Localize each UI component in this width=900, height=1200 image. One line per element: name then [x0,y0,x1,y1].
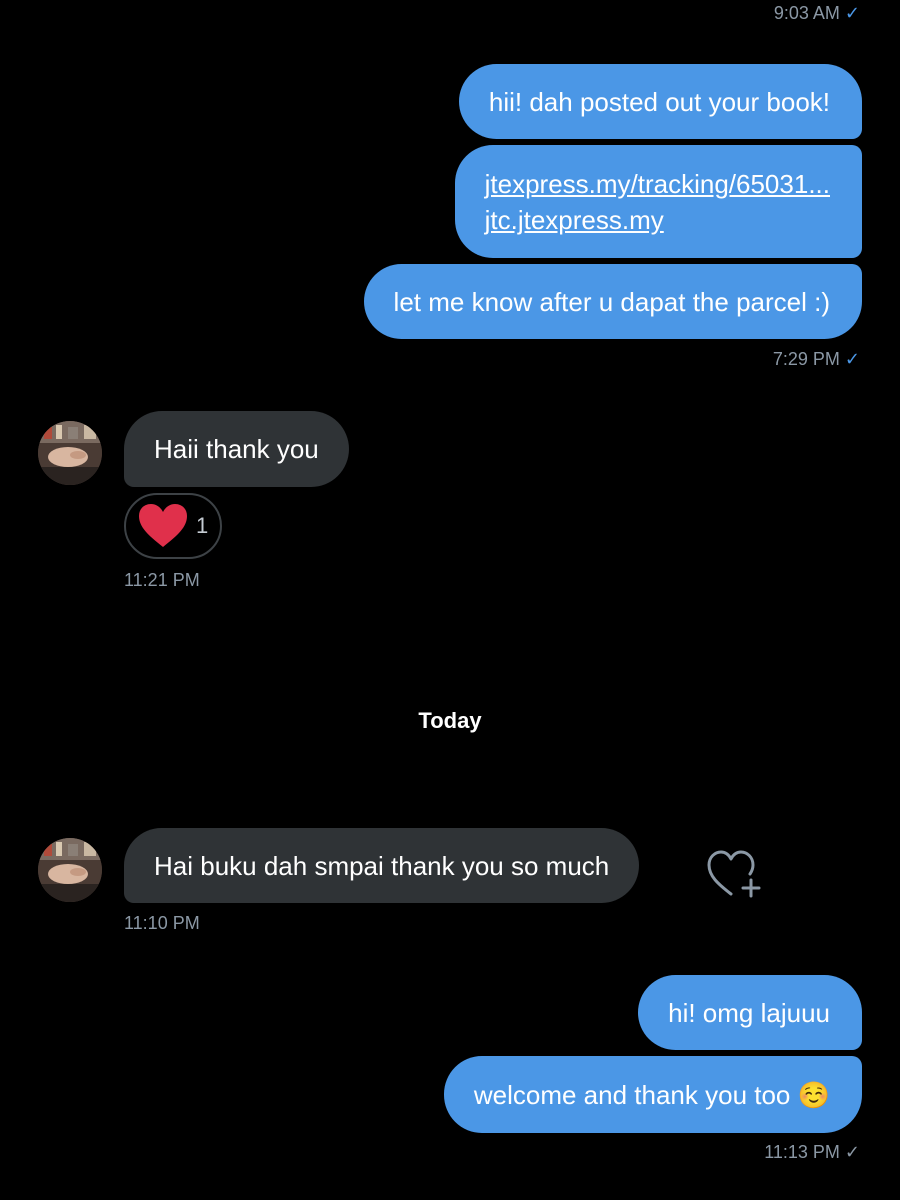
user-avatar[interactable] [38,838,102,902]
message-timestamp: 11:13 PM ✓ [764,1141,860,1163]
outgoing-message-bubble[interactable]: welcome and thank you too ☺️ [443,1056,862,1133]
timestamp-text: 9:03 AM [773,3,840,23]
checkmark-icon: ✓ [844,1142,860,1162]
checkmark-icon: ✓ [844,349,860,369]
tracking-domain-link[interactable]: jtc.jtexpress.my [485,202,830,238]
message-text: Hai buku dah smpai thank you so much [154,850,610,881]
user-avatar[interactable] [38,421,102,485]
incoming-message-bubble[interactable]: Hai buku dah smpai thank you so much [124,828,640,903]
outgoing-message-bubble[interactable]: hi! omg lajuuu [638,975,862,1050]
message-timestamp: 11:21 PM [124,569,200,591]
timestamp-text: 11:13 PM [764,1142,840,1162]
incoming-message-bubble[interactable]: Haii thank you [124,411,349,487]
avatar-image [38,421,102,485]
reaction-pill[interactable]: 1 [124,493,222,559]
message-text: let me know after u dapat the parcel :) [393,286,830,317]
message-text: hi! omg lajuuu [668,997,830,1028]
reaction-count: 1 [196,513,209,538]
day-separator: Today [418,708,482,733]
message-text: hii! dah posted out your book! [488,86,830,117]
outgoing-link-message-bubble[interactable]: jtexpress.my/tracking/65031... jtc.jtexp… [454,145,862,258]
message-text: welcome and thank you too ☺️ [473,1079,830,1110]
checkmark-icon: ✓ [844,3,860,23]
message-text: Haii thank you [154,434,319,464]
message-timestamp: 7:29 PM ✓ [773,348,860,370]
timestamp-text: 11:21 PM [124,570,200,590]
heart-plus-icon[interactable] [705,848,765,900]
heart-icon [139,504,187,547]
message-timestamp: 9:03 AM ✓ [774,2,860,24]
avatar-image [38,838,102,902]
outgoing-message-bubble[interactable]: let me know after u dapat the parcel :) [363,264,862,339]
timestamp-text: 11:10 PM [124,913,200,933]
tracking-link[interactable]: jtexpress.my/tracking/65031... [485,166,830,202]
message-timestamp: 11:10 PM [124,912,200,934]
timestamp-text: 7:29 PM [772,349,840,369]
outgoing-message-bubble[interactable]: hii! dah posted out your book! [458,64,862,139]
